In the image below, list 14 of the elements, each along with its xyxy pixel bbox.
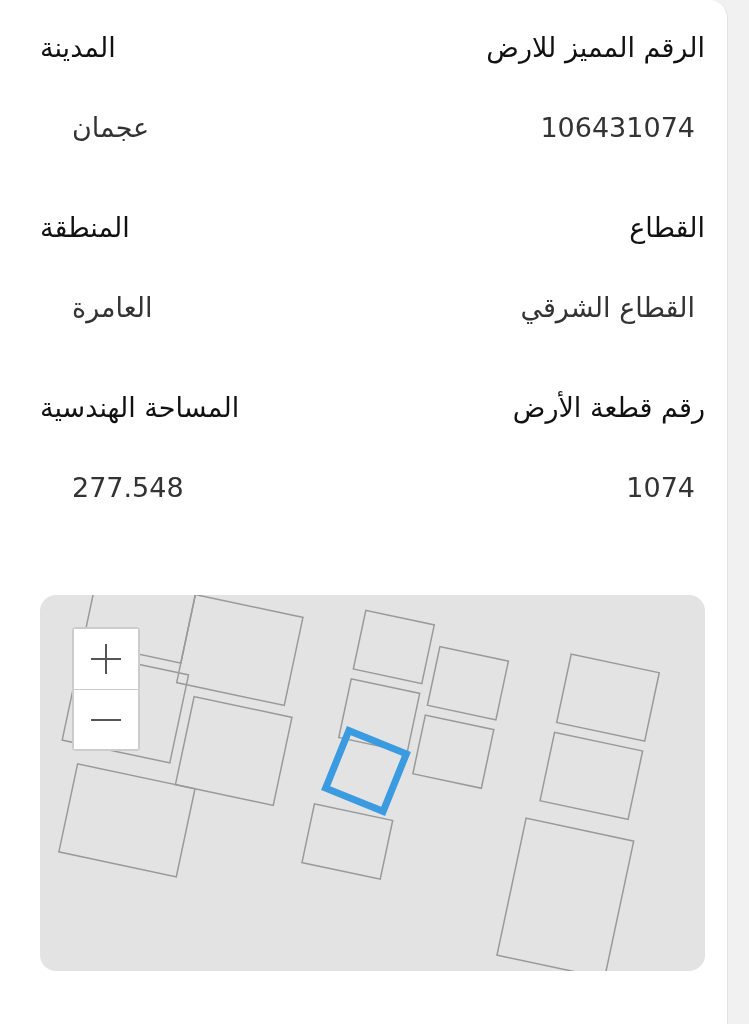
field-label: المنطقة: [40, 211, 130, 245]
minus-icon: [91, 718, 121, 721]
field-value: القطاع الشرقي: [520, 291, 695, 326]
field-label: الرقم المميز للارض: [486, 31, 705, 66]
field-value: 106431074: [540, 111, 695, 145]
field-label: رقم قطعة الأرض: [512, 390, 705, 426]
field-value: العامرة: [72, 291, 153, 326]
plus-icon: [91, 644, 121, 674]
field-label: المدينة: [40, 31, 116, 65]
field-value: عجمان: [72, 111, 150, 145]
field-label: القطاع: [629, 211, 705, 246]
field-value: 277.548: [72, 471, 184, 505]
field-label: المساحة الهندسية: [40, 391, 240, 426]
field-value: 1074: [626, 471, 695, 505]
